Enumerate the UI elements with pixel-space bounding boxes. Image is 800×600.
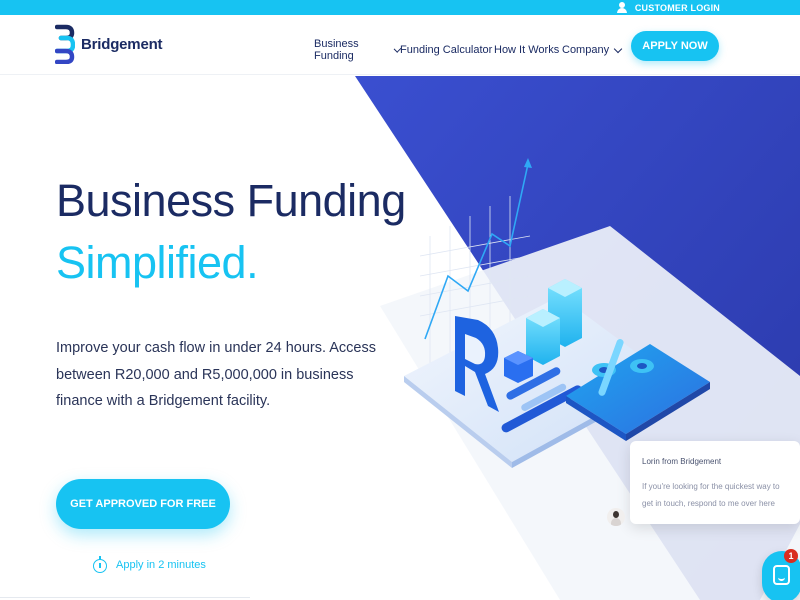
- chat-popup[interactable]: Lorin from Bridgement If you're looking …: [630, 441, 800, 524]
- divider: [0, 597, 250, 598]
- nav-label: Business Funding: [314, 38, 359, 62]
- get-approved-button[interactable]: GET APPROVED FOR FREE: [56, 479, 230, 529]
- customer-login-link[interactable]: CUSTOMER LOGIN: [616, 0, 720, 15]
- top-bar: CUSTOMER LOGIN: [0, 0, 800, 15]
- headline-line-2: Simplified.: [56, 237, 259, 288]
- logo-text: Bridgement: [81, 35, 163, 53]
- customer-login-label: CUSTOMER LOGIN: [634, 2, 720, 13]
- chat-message: If you're looking for the quickest way t…: [642, 482, 780, 508]
- apply-now-button[interactable]: APPLY NOW: [631, 31, 719, 61]
- nav-how-it-works[interactable]: How It Works: [494, 38, 562, 62]
- main-nav: Business Funding Funding Calculator How …: [314, 38, 632, 62]
- user-icon: [616, 2, 627, 13]
- apply-time-label: Apply in 2 minutes: [116, 559, 206, 571]
- hero-subtext: Improve your cash flow in under 24 hours…: [56, 340, 376, 409]
- stopwatch-icon: [92, 556, 108, 574]
- nav-funding-calculator[interactable]: Funding Calculator: [400, 38, 494, 62]
- apply-time-note: Apply in 2 minutes: [92, 556, 206, 574]
- chevron-down-icon: [613, 44, 623, 53]
- nav-label: Company: [562, 44, 610, 56]
- avatar: [607, 508, 625, 526]
- bridgement-logo-icon: [55, 24, 75, 64]
- hero-headline: Business Funding Simplified.: [56, 170, 406, 294]
- site-header: Bridgement Business Funding Funding Calc…: [0, 15, 800, 75]
- nav-label: Funding Calculator: [400, 44, 493, 56]
- nav-label: How It Works: [494, 44, 560, 56]
- nav-business-funding[interactable]: Business Funding: [314, 38, 402, 62]
- chat-sender: Lorin from Bridgement: [642, 457, 722, 466]
- notification-badge: 1: [784, 549, 798, 563]
- nav-company[interactable]: Company: [562, 38, 632, 62]
- chat-icon: [773, 565, 790, 585]
- logo[interactable]: Bridgement: [55, 24, 163, 64]
- headline-line-1: Business Funding: [56, 175, 406, 226]
